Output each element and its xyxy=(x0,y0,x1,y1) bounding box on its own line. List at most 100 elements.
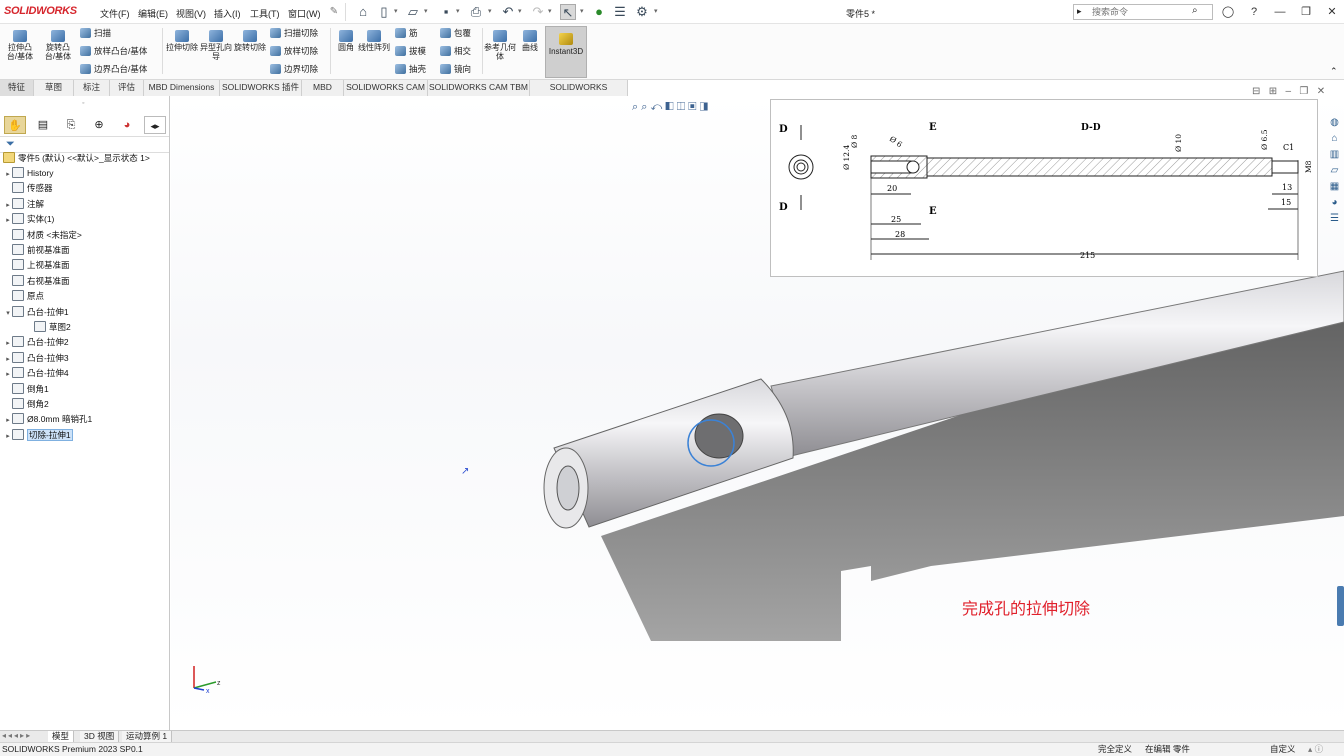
configuration-manager-tab-icon[interactable]: ⎘ xyxy=(60,116,82,134)
units-custom-status[interactable]: 自定义 xyxy=(1270,743,1296,756)
tree-item[interactable]: ▸ History xyxy=(0,166,170,181)
property-manager-tab-icon[interactable]: ▤ xyxy=(32,116,54,134)
select-cursor-icon[interactable]: ↖ xyxy=(560,4,576,20)
tab-nav-arrows[interactable]: ◂◂◂▸▸ xyxy=(2,731,32,740)
tab-1[interactable]: 草图 xyxy=(34,80,74,96)
hole-wizard-button[interactable]: 异型孔向导 xyxy=(200,28,232,61)
search-input[interactable] xyxy=(1092,5,1192,19)
close-icon[interactable]: ✕ xyxy=(1324,5,1340,19)
expand-arrow-icon[interactable]: ▸ xyxy=(4,367,12,382)
hide-show-icon[interactable]: ◨ xyxy=(700,101,708,113)
tree-item[interactable]: 上视基准面 xyxy=(0,258,170,273)
minimize-icon[interactable]: — xyxy=(1272,5,1288,19)
sweep-cut-button[interactable]: 扫描切除 xyxy=(270,27,318,39)
revolve-boss-button[interactable]: 旋转凸台/基体 xyxy=(42,28,74,61)
menu-file[interactable]: 文件(F) xyxy=(100,7,130,20)
search-icon[interactable]: ⌕ xyxy=(1192,5,1198,16)
rib-button[interactable]: 筋 xyxy=(395,27,418,39)
tree-item[interactable]: 倒角1 xyxy=(0,382,170,397)
draft-button[interactable]: 拔模 xyxy=(395,45,426,57)
chevron-down-icon[interactable]: ▾ xyxy=(488,7,492,15)
resources-globe-icon[interactable]: ◍ xyxy=(1327,116,1342,130)
loft-boss-button[interactable]: 放样凸台/基体 xyxy=(80,45,147,57)
expand-arrow-icon[interactable]: ▸ xyxy=(4,213,12,228)
save-icon[interactable]: ▪ xyxy=(438,4,454,20)
intersect-button[interactable]: 相交 xyxy=(440,45,471,57)
expand-arrow-icon[interactable]: ▸ xyxy=(4,352,12,367)
chevron-down-icon[interactable]: ▾ xyxy=(548,7,552,15)
tree-item[interactable]: ▸ 凸台-拉伸2 xyxy=(0,335,170,350)
open-folder-icon[interactable]: ▱ xyxy=(405,4,421,20)
chevron-down-icon[interactable]: ▾ xyxy=(456,7,460,15)
menu-window[interactable]: 窗口(W) xyxy=(288,7,321,20)
curves-button[interactable]: 曲线 xyxy=(514,28,546,52)
pane-tile-icon[interactable]: ⊟ xyxy=(1252,86,1260,97)
tree-item[interactable]: 原点 xyxy=(0,289,170,304)
status-icons[interactable]: ▴ ⓘ xyxy=(1308,743,1323,756)
expand-arrow-icon[interactable]: ▸ xyxy=(4,167,12,182)
mirror-button[interactable]: 镜向 xyxy=(440,63,471,75)
tree-item[interactable]: ▸ 凸台-拉伸4 xyxy=(0,366,170,381)
menu-insert[interactable]: 插入(I) xyxy=(214,7,241,20)
menu-tools[interactable]: 工具(T) xyxy=(250,7,280,20)
zoom-area-icon[interactable]: ⌕ xyxy=(641,101,647,113)
linear-pattern-button[interactable]: 线性阵列 xyxy=(358,28,390,52)
loft-cut-button[interactable]: 放样切除 xyxy=(270,45,318,57)
tab-9[interactable]: SOLIDWORKS Inspection xyxy=(530,80,628,107)
pin-icon[interactable]: ✎ xyxy=(326,4,342,20)
traffic-light-icon[interactable]: ● xyxy=(591,4,607,20)
print-icon[interactable]: ⎙ xyxy=(468,4,484,20)
tab-3[interactable]: 评估 xyxy=(110,80,144,96)
filter-icon[interactable]: ⏷ xyxy=(6,138,15,151)
chevron-down-icon[interactable]: ▾ xyxy=(518,7,522,15)
tree-item[interactable]: ▸ 凸台-拉伸3 xyxy=(0,351,170,366)
zoom-to-fit-icon[interactable]: ⌕ xyxy=(632,101,638,113)
undo-icon[interactable]: ↶ xyxy=(500,4,516,20)
pane-minimize-icon[interactable]: – xyxy=(1285,86,1291,97)
restore-icon[interactable]: ❐ xyxy=(1298,5,1314,19)
display-manager-tab-icon[interactable]: ◕ xyxy=(116,116,138,134)
help-icon[interactable]: ? xyxy=(1246,5,1262,19)
tree-item[interactable]: ▸ 实体(1) xyxy=(0,212,170,227)
boundary-cut-button[interactable]: 边界切除 xyxy=(270,63,318,75)
home-icon[interactable]: ⌂ xyxy=(1327,132,1342,146)
wrap-button[interactable]: 包覆 xyxy=(440,27,471,39)
feature-manager-tab-icon[interactable]: ✋ xyxy=(4,116,26,134)
view-orientation-icon[interactable]: ◫ xyxy=(677,101,685,113)
design-library-icon[interactable]: ▥ xyxy=(1327,148,1342,162)
tab-5[interactable]: SOLIDWORKS 插件 xyxy=(220,80,302,96)
previous-view-icon[interactable]: ⤺ xyxy=(650,101,662,113)
shell-button[interactable]: 抽壳 xyxy=(395,63,426,75)
expand-arrow-icon[interactable]: ▾ xyxy=(4,306,12,321)
search-box[interactable]: ▸ ⌕ xyxy=(1073,4,1213,20)
menu-edit[interactable]: 编辑(E) xyxy=(138,7,168,20)
tree-item[interactable]: 材质 <未指定> xyxy=(0,228,170,243)
panel-splitter-handle[interactable]: ◦ xyxy=(82,100,84,107)
dimxpert-tab-icon[interactable]: ⊕ xyxy=(88,116,110,134)
reference-geometry-button[interactable]: 参考几何体 xyxy=(484,28,516,61)
redo-icon[interactable]: ↷ xyxy=(530,4,546,20)
tree-root-part[interactable]: 零件5 (默认) <<默认>_显示状态 1> xyxy=(0,151,170,166)
tab-2[interactable]: 标注 xyxy=(74,80,110,96)
chevron-down-icon[interactable]: ▾ xyxy=(580,7,584,15)
user-icon[interactable]: ◯ xyxy=(1220,5,1236,19)
tree-item[interactable]: 倒角2 xyxy=(0,397,170,412)
tree-item[interactable]: ▾ 凸台-拉伸1 xyxy=(0,305,170,320)
expand-arrow-icon[interactable]: ▸ xyxy=(4,336,12,351)
sweep-button[interactable]: 扫描 xyxy=(80,27,111,39)
side-flyout-handle[interactable] xyxy=(1337,586,1344,626)
tab-scroll-arrows[interactable]: ◂▸ xyxy=(144,116,166,134)
instant3d-button[interactable]: Instant3D xyxy=(545,26,587,78)
extrude-cut-button[interactable]: 拉伸切除 xyxy=(166,28,198,52)
tree-item[interactable]: ▸ Ø8.0mm 暗销孔1 xyxy=(0,412,170,427)
boundary-boss-button[interactable]: 边界凸台/基体 xyxy=(80,63,147,75)
gear-icon[interactable]: ⚙ xyxy=(634,4,650,20)
file-explorer-icon[interactable]: ▱ xyxy=(1327,164,1342,178)
tree-item[interactable]: ▸ 切除-拉伸1 xyxy=(0,428,170,443)
tree-item[interactable]: ▸ 注解 xyxy=(0,197,170,212)
expand-arrow-icon[interactable]: ▸ xyxy=(4,413,12,428)
tree-item[interactable]: 前视基准面 xyxy=(0,243,170,258)
pane-split-icon[interactable]: ⊞ xyxy=(1269,86,1277,97)
options-list-icon[interactable]: ☰ xyxy=(612,4,628,20)
tab-8[interactable]: SOLIDWORKS CAM TBM xyxy=(428,80,530,96)
